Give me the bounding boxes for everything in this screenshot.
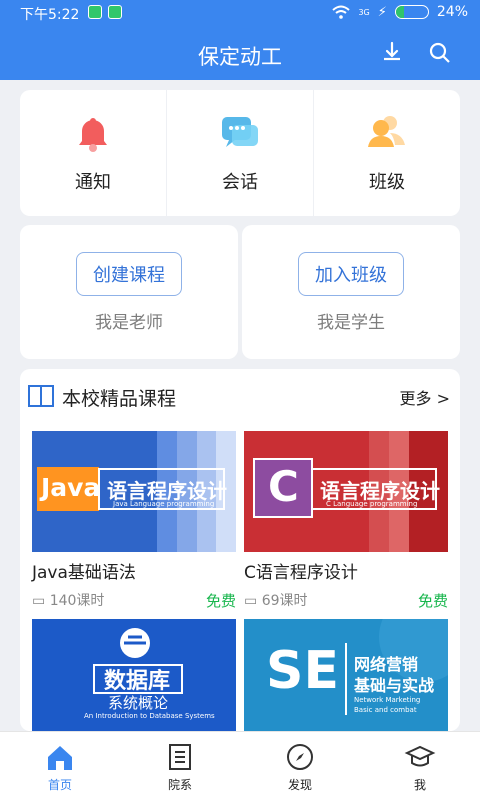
database-course-card[interactable]: 数据库 系统概论 An Introduction to Database Sys…: [32, 619, 236, 731]
java-course-banner: Java 语言程序设计 Java Language programming: [32, 431, 236, 552]
se-course-banner: SE 网络营销 基础与实战 Network Marketing Basic an…: [244, 619, 448, 731]
tab-profile[interactable]: 我: [360, 732, 480, 800]
folder-icon: ▭: [32, 593, 46, 609]
search-icon[interactable]: [426, 39, 454, 67]
page-title: 保定动工: [198, 45, 282, 69]
database-course-banner: 数据库 系统概论 An Introduction to Database Sys…: [32, 619, 236, 731]
tab-department[interactable]: 院系: [120, 732, 240, 800]
wifi-icon: [332, 5, 351, 19]
c-banner-main: C: [268, 462, 299, 511]
compass-icon: [287, 744, 313, 770]
battery-percent: 24%: [436, 4, 468, 20]
battery-fill: [395, 6, 404, 18]
c-course-meta: ▭ 69课时 免费: [244, 590, 448, 611]
teacher-subtitle: 我是老师: [95, 312, 163, 333]
java-course-count: 140课时: [49, 593, 105, 609]
c-course-banner: C 语言程序设计 C Language programming: [244, 431, 448, 552]
status-icons: 3G ⚡ 24%: [332, 4, 468, 20]
signal-label: 3G: [358, 7, 370, 17]
se-banner-title: SE: [266, 641, 339, 701]
se-banner-subtitle-two: 基础与实战: [354, 676, 435, 695]
book-icon: [28, 385, 54, 407]
java-banner-main: Java: [41, 473, 101, 502]
folder-icon: ▭: [244, 593, 258, 609]
bell-icon: [79, 117, 107, 152]
se-course-card[interactable]: SE 网络营销 基础与实战 Network Marketing Basic an…: [244, 619, 448, 731]
tab-home[interactable]: 首页: [0, 732, 120, 800]
java-course-card[interactable]: Java 语言程序设计 Java Language programming Ja…: [32, 431, 236, 611]
tab-discover[interactable]: 发现: [240, 732, 360, 800]
java-course-price: 免费: [205, 592, 236, 610]
class-icon: [368, 115, 405, 147]
featured-courses-card: 本校精品课程 更多 > Java 语言程序设计 Java Language pr…: [20, 369, 460, 731]
se-banner-english-two: Basic and combat: [354, 706, 417, 714]
java-course-meta: ▭ 140课时 免费: [32, 590, 236, 611]
student-card: 加入班级 我是学生: [242, 225, 460, 359]
se-banner-english: Network Marketing: [354, 696, 421, 704]
tab-home-label: 首页: [47, 778, 72, 792]
bottom-navigation: 首页 院系 发现 我: [0, 731, 480, 800]
class-label: 班级: [369, 171, 405, 193]
c-banner-subtitle: C Language programming: [326, 500, 418, 508]
java-course-count-wrap: ▭ 140课时: [32, 590, 104, 611]
java-course-title: Java基础语法: [32, 563, 136, 583]
create-course-button[interactable]: 创建课程: [76, 251, 182, 296]
teacher-card: 创建课程 我是老师: [20, 225, 238, 359]
notification-label: 通知: [75, 171, 111, 193]
notification-tab[interactable]: 通知: [20, 90, 167, 216]
department-icon: [169, 744, 191, 770]
chat-label: 会话: [222, 171, 258, 193]
download-icon[interactable]: [378, 39, 406, 67]
c-course-price: 免费: [417, 592, 448, 610]
student-subtitle: 我是学生: [317, 312, 385, 333]
c-course-card[interactable]: C 语言程序设计 C Language programming C语言程序设计 …: [244, 431, 448, 611]
status-bar: 下午5:22 3G ⚡ 24%: [0, 0, 480, 26]
join-class-button[interactable]: 加入班级: [298, 251, 404, 296]
android-app-icon: [88, 5, 102, 19]
database-banner-english: An Introduction to Database Systems: [84, 712, 215, 720]
app-header: 保定动工: [0, 26, 480, 80]
java-banner-subtitle: Java Language programming: [113, 500, 215, 508]
chat-icon: [222, 116, 258, 147]
profile-icon: [404, 745, 436, 767]
quick-actions: 通知 会话 班级: [20, 90, 460, 216]
lightning-icon: ⚡: [377, 4, 387, 20]
tab-department-label: 院系: [167, 778, 192, 792]
tab-discover-label: 发现: [287, 778, 312, 792]
c-course-count-wrap: ▭ 69课时: [244, 590, 308, 611]
class-tab[interactable]: 班级: [314, 90, 460, 216]
database-banner-title: 数据库: [104, 669, 171, 694]
home-icon: [48, 746, 72, 770]
battery-icon: [394, 5, 429, 19]
database-banner-subtitle: 系统概论: [108, 694, 169, 712]
more-link[interactable]: 更多 >: [400, 385, 451, 409]
c-course-count: 69课时: [261, 593, 308, 609]
android-app-icon: [108, 5, 122, 19]
featured-title: 本校精品课程: [62, 388, 177, 410]
chat-tab[interactable]: 会话: [167, 90, 314, 216]
c-course-title: C语言程序设计: [244, 563, 358, 583]
tab-profile-label: 我: [413, 778, 426, 792]
status-time: 下午5:22: [20, 7, 80, 23]
featured-header: 本校精品课程 更多 >: [20, 369, 460, 419]
